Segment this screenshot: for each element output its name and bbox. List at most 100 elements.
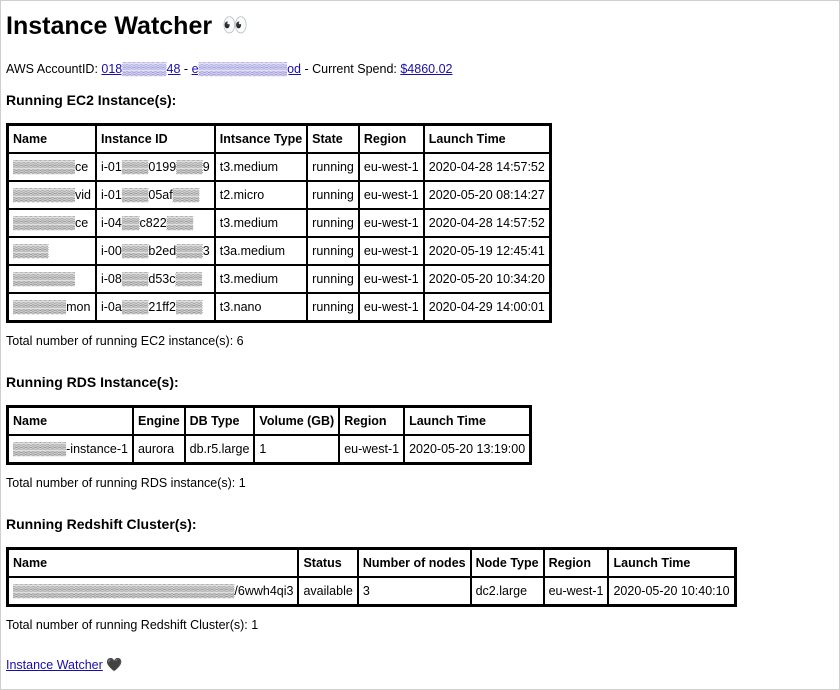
redshift-cell: 3 (357, 577, 471, 605)
title-text: Instance Watcher (6, 12, 213, 40)
ec2-table-row: ▒▒▒▒ i-00▒▒▒b2ed▒▒▒3 t3a.medium running eu-w… (8, 237, 550, 265)
ec2-cell: 2020-05-20 10:34:20 (423, 265, 550, 293)
spend-label: - Current Spend: (300, 62, 401, 76)
ec2-column-header: Region (358, 125, 424, 153)
redshift-cell: 2020-05-20 10:40:10 (608, 577, 735, 605)
ec2-cell: ▒▒▒▒▒▒▒vid (8, 181, 96, 209)
instance-watcher-link[interactable]: Instance Watcher (6, 658, 103, 672)
rds-heading: Running RDS Instance(s): (6, 374, 179, 390)
ec2-table-row: ▒▒▒▒▒▒mon i-0a▒▒▒21ff2▒▒▒ t3.nano running eu… (8, 293, 550, 321)
ec2-cell: i-04▒▒c822▒▒▒ (95, 209, 215, 237)
redshift-table-row: ▒▒▒▒▒▒▒▒▒▒▒▒▒▒▒▒▒▒▒▒▒▒▒▒▒/6wwh4qi3 availa… (8, 577, 735, 605)
ec2-cell: eu-west-1 (358, 293, 424, 321)
ec2-cell: eu-west-1 (358, 153, 424, 181)
ec2-table-row: ▒▒▒▒▒▒▒ce i-01▒▒▒0199▒▒▒9 t3.medium running… (8, 153, 550, 181)
ec2-cell: i-0a▒▒▒21ff2▒▒▒ (95, 293, 215, 321)
rds-column-header: Engine (132, 407, 185, 435)
ec2-cell: eu-west-1 (358, 209, 424, 237)
page-title: Instance Watcher 👀 (6, 11, 834, 41)
ec2-cell: t2.micro (214, 181, 308, 209)
redshift-header-row: Name Status Number of nodes Node Type Region… (8, 549, 735, 577)
ec2-cell: ▒▒▒▒ (8, 237, 96, 265)
ec2-column-header: Launch Time (423, 125, 550, 153)
redshift-cell: eu-west-1 (543, 577, 609, 605)
ec2-column-header: Name (8, 125, 96, 153)
ec2-column-header: State (307, 125, 359, 153)
ec2-cell: running (307, 265, 359, 293)
redshift-cell: ▒▒▒▒▒▒▒▒▒▒▒▒▒▒▒▒▒▒▒▒▒▒▒▒▒/6wwh4qi3 (8, 577, 299, 605)
account-alias-link[interactable]: e▒▒▒▒▒▒▒▒▒▒od (192, 62, 301, 76)
ec2-cell: 2020-05-19 12:45:41 (423, 237, 550, 265)
rds-table-row: ▒▒▒▒▒▒-instance-1 aurora db.r5.large 1 eu-we… (8, 435, 531, 463)
ec2-cell: t3.medium (214, 209, 308, 237)
redshift-column-header: Region (543, 549, 609, 577)
rds-cell: aurora (132, 435, 185, 463)
ec2-column-header: Instance ID (95, 125, 215, 153)
ec2-cell: eu-west-1 (358, 237, 424, 265)
redshift-column-header: Number of nodes (357, 549, 471, 577)
ec2-cell: running (307, 209, 359, 237)
ec2-cell: ▒▒▒▒▒▒▒ (8, 265, 96, 293)
ec2-cell: t3.medium (214, 265, 308, 293)
redshift-column-header: Name (8, 549, 299, 577)
ec2-table-row: ▒▒▒▒▒▒▒vid i-01▒▒▒05af▒▒▒ t2.micro running e… (8, 181, 550, 209)
redshift-cell: dc2.large (470, 577, 544, 605)
rds-column-header: Launch Time (404, 407, 531, 435)
ec2-table: Name Instance ID Intsance Type State Region L… (6, 123, 552, 323)
rds-total: Total number of running RDS instance(s):… (6, 476, 246, 490)
redshift-column-header: Status (298, 549, 358, 577)
heart-icon: 🖤 (106, 657, 123, 672)
ec2-cell: ▒▒▒▒▒▒▒ce (8, 209, 96, 237)
account-info: AWS AccountID: 018▒▒▒▒▒48 - e▒▒▒▒▒▒▒▒▒▒o… (6, 61, 834, 77)
ec2-cell: running (307, 153, 359, 181)
ec2-header-row: Name Instance ID Intsance Type State Region L… (8, 125, 550, 153)
ec2-cell: t3.medium (214, 153, 308, 181)
current-spend-link[interactable]: $4860.02 (400, 62, 452, 76)
redshift-heading: Running Redshift Cluster(s): (6, 516, 197, 532)
ec2-cell: t3.nano (214, 293, 308, 321)
ec2-cell: eu-west-1 (358, 181, 424, 209)
ec2-cell: ▒▒▒▒▒▒▒ce (8, 153, 96, 181)
rds-cell: 2020-05-20 13:19:00 (404, 435, 531, 463)
redshift-total: Total number of running Redshift Cluster… (6, 618, 259, 632)
redshift-table: Name Status Number of nodes Node Type Region… (6, 547, 737, 607)
ec2-cell: 2020-04-29 14:00:01 (423, 293, 550, 321)
rds-column-header: Name (8, 407, 133, 435)
ec2-cell: running (307, 293, 359, 321)
ec2-table-row: ▒▒▒▒▒▒▒ i-08▒▒▒d53c▒▒▒ t3.medium running eu-… (8, 265, 550, 293)
ec2-cell: 2020-04-28 14:57:52 (423, 209, 550, 237)
redshift-cell: available (298, 577, 358, 605)
ec2-cell: eu-west-1 (358, 265, 424, 293)
ec2-cell: running (307, 237, 359, 265)
rds-cell: db.r5.large (184, 435, 255, 463)
rds-column-header: Region (339, 407, 405, 435)
page: Instance Watcher 👀 AWS AccountID: 018▒▒▒… (1, 1, 839, 673)
ec2-cell: 2020-05-20 08:14:27 (423, 181, 550, 209)
ec2-cell: i-08▒▒▒d53c▒▒▒ (95, 265, 215, 293)
rds-column-header: DB Type (184, 407, 255, 435)
rds-table: Name Engine DB Type Volume (GB) Region Launch… (6, 405, 533, 465)
ec2-cell: t3a.medium (214, 237, 308, 265)
separator: - (180, 62, 192, 76)
eyes-emoji-icon: 👀 (222, 14, 249, 37)
rds-cell: eu-west-1 (339, 435, 405, 463)
ec2-cell: ▒▒▒▒▒▒mon (8, 293, 96, 321)
ec2-total: Total number of running EC2 instance(s):… (6, 334, 244, 348)
rds-header-row: Name Engine DB Type Volume (GB) Region Launch… (8, 407, 531, 435)
redshift-column-header: Node Type (470, 549, 544, 577)
ec2-table-row: ▒▒▒▒▒▒▒ce i-04▒▒c822▒▒▒ t3.medium running eu… (8, 209, 550, 237)
ec2-cell: i-01▒▒▒05af▒▒▒ (95, 181, 215, 209)
account-label: AWS AccountID: (6, 62, 102, 76)
rds-column-header: Volume (GB) (254, 407, 340, 435)
rds-cell: 1 (254, 435, 340, 463)
ec2-cell: i-00▒▒▒b2ed▒▒▒3 (95, 237, 215, 265)
rds-cell: ▒▒▒▒▒▒-instance-1 (8, 435, 133, 463)
footer: Instance Watcher 🖤 (6, 657, 834, 673)
ec2-heading: Running EC2 Instance(s): (6, 92, 177, 108)
ec2-cell: i-01▒▒▒0199▒▒▒9 (95, 153, 215, 181)
redshift-column-header: Launch Time (608, 549, 735, 577)
account-id-link[interactable]: 018▒▒▒▒▒48 (101, 62, 180, 76)
ec2-column-header: Intsance Type (214, 125, 308, 153)
ec2-cell: 2020-04-28 14:57:52 (423, 153, 550, 181)
ec2-cell: running (307, 181, 359, 209)
